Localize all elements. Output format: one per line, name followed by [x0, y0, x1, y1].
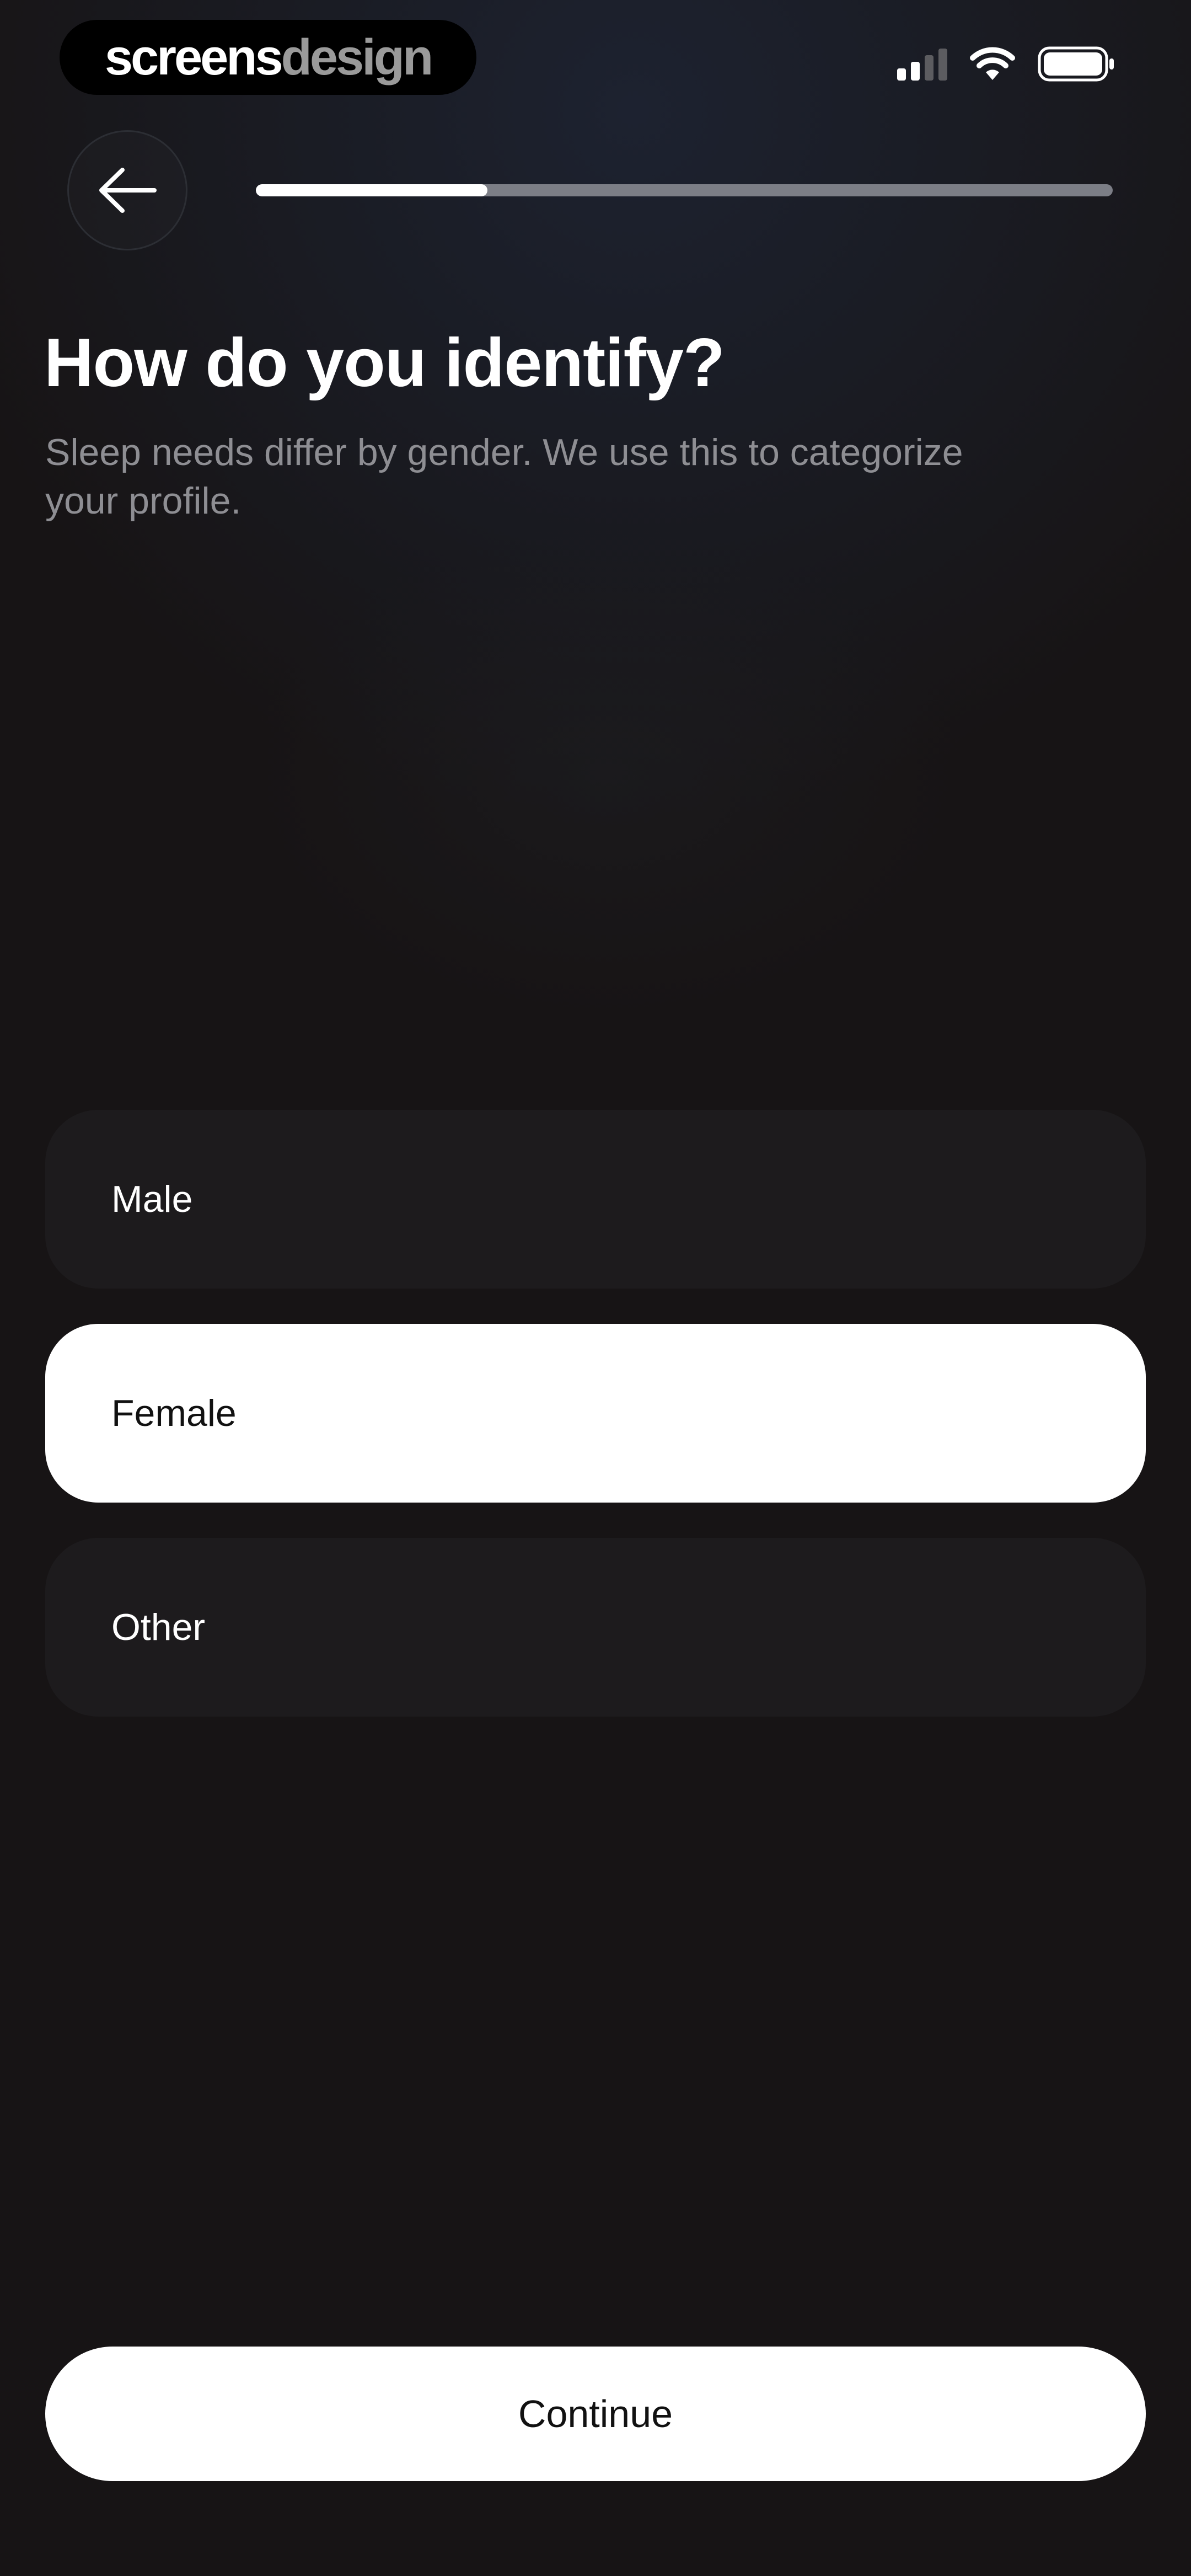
page-subtitle: Sleep needs differ by gender. We use thi…: [45, 431, 963, 522]
wifi-icon: [970, 47, 1015, 80]
option-other[interactable]: Other: [45, 1538, 1146, 1717]
page-title: How do you identify?: [44, 325, 725, 401]
option-label: Male: [111, 1178, 193, 1220]
gender-options: Male Female Other: [45, 1110, 1146, 1752]
background-glow: [248, 524, 965, 1020]
battery-icon: [1038, 46, 1114, 82]
brand-text-design: design: [281, 29, 433, 85]
continue-button[interactable]: Continue: [45, 2347, 1146, 2481]
option-label: Other: [111, 1606, 206, 1648]
progress-fill: [256, 184, 487, 196]
progress-bar: [256, 184, 1113, 196]
option-male[interactable]: Male: [45, 1110, 1146, 1289]
brand-watermark: screens design: [60, 20, 476, 95]
brand-text-screens: screens: [104, 29, 283, 85]
option-label: Female: [111, 1392, 237, 1434]
back-button[interactable]: [67, 130, 187, 250]
status-bar: [897, 46, 1115, 82]
arrow-left-icon: [99, 168, 157, 213]
cellular-signal-icon: [897, 47, 947, 81]
option-female[interactable]: Female: [45, 1324, 1146, 1503]
onboarding-screen: screens design How do you identify? Sleep…: [0, 0, 1191, 2576]
